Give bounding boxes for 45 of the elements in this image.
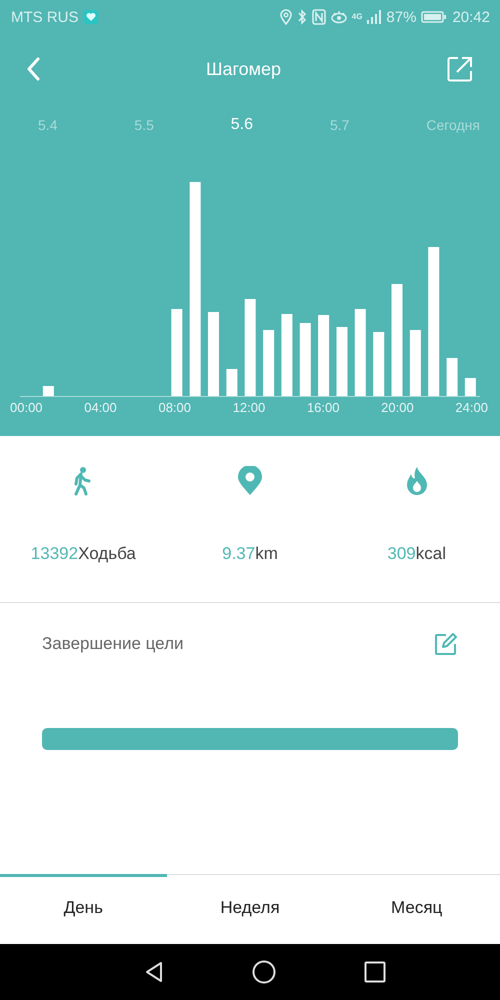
clock-time: 20:42: [452, 8, 490, 26]
axis-label: 16:00: [306, 400, 340, 415]
chart-bar: [373, 332, 384, 396]
recents-icon[interactable]: [364, 961, 386, 983]
axis-label: 00:00: [10, 400, 43, 415]
bluetooth-icon: [296, 9, 307, 25]
stat-unit: kcal: [416, 544, 446, 563]
chart-bar: [464, 378, 476, 396]
chart-bar: [42, 386, 54, 396]
battery-icon: [421, 11, 448, 23]
network-type: 4G: [352, 13, 362, 21]
stat-value: 13392: [30, 544, 78, 563]
location-icon: [280, 9, 292, 25]
goal-title: Завершение цели: [42, 634, 184, 654]
screen-title: Шагомер: [206, 58, 282, 80]
stat-value: 9.37: [222, 544, 256, 563]
nfc-icon: [312, 9, 326, 25]
chart-bar: [410, 330, 421, 396]
axis-label: 20:00: [381, 400, 414, 415]
heart-icon: [84, 10, 98, 24]
axis-label: 12:00: [232, 400, 266, 415]
date-tab[interactable]: Сегодня: [426, 117, 480, 133]
signal-icon: [367, 10, 382, 24]
home-icon[interactable]: [252, 960, 276, 984]
axis-label: 24:00: [455, 400, 488, 415]
stat-value: 309: [387, 544, 416, 563]
chart-bar: [263, 330, 274, 396]
axis-label: 04:00: [84, 400, 117, 415]
battery-percent: 87%: [386, 8, 416, 26]
stat-unit: Ходьба: [78, 544, 136, 563]
chart-bar: [446, 358, 458, 396]
chart-bar: [336, 327, 348, 396]
axis-label: 08:00: [158, 400, 192, 415]
chart-bar: [226, 369, 238, 396]
eye-icon: [330, 10, 347, 24]
location-pin-icon: [236, 466, 264, 496]
period-tab[interactable]: Неделя: [166, 874, 334, 944]
stat-unit: km: [255, 544, 278, 563]
period-tab[interactable]: Месяц: [333, 874, 500, 944]
date-tab[interactable]: 5.5: [134, 117, 154, 133]
date-tab[interactable]: 5.4: [38, 117, 58, 133]
date-tab[interactable]: 5.6: [230, 116, 254, 134]
back-icon[interactable]: [144, 961, 164, 983]
carrier-name: MTS RUS: [11, 8, 78, 26]
date-tab[interactable]: 5.7: [330, 117, 350, 133]
